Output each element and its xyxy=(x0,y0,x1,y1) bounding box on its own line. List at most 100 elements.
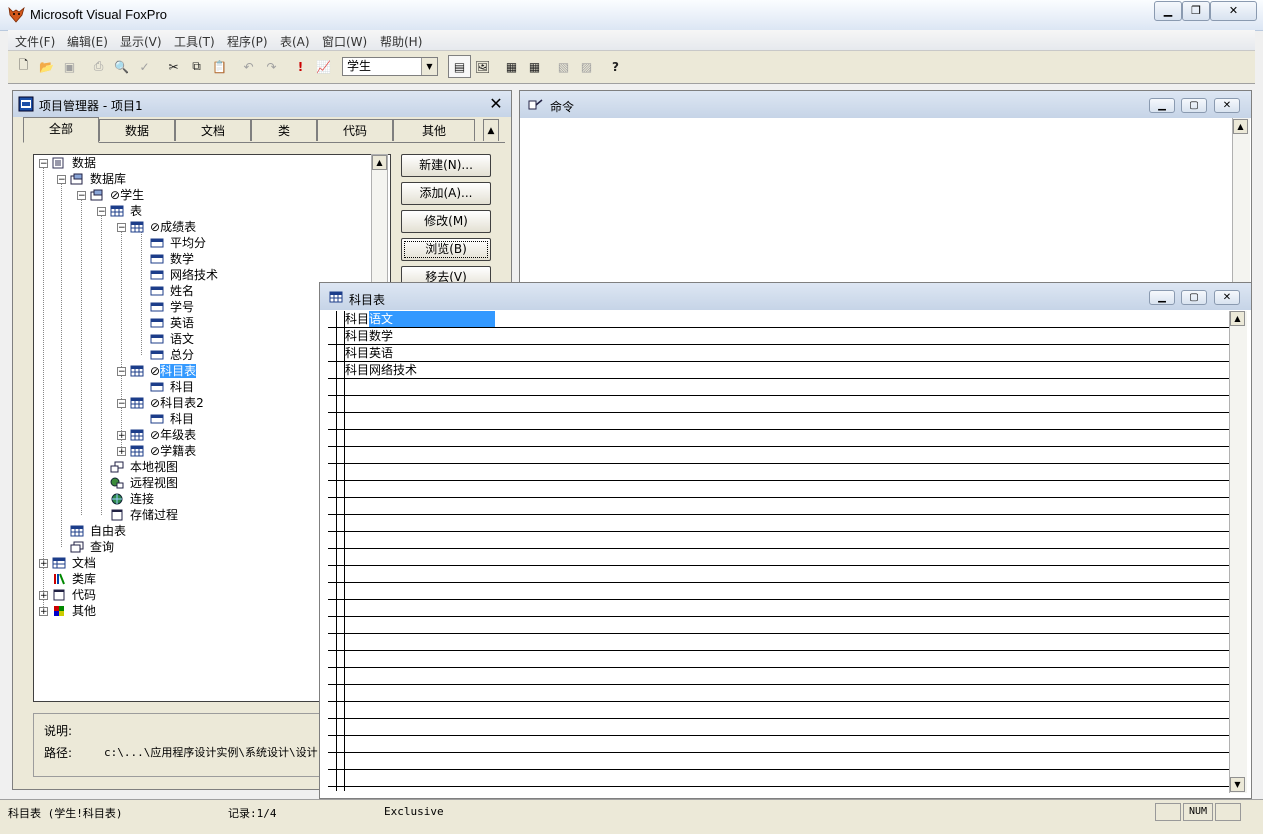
cut-icon[interactable]: ✂ xyxy=(162,55,185,78)
maximize-button[interactable]: ▢ xyxy=(1181,98,1207,113)
tab-code[interactable]: 代码 xyxy=(317,119,393,141)
table-row[interactable]: 科目数学 xyxy=(328,328,1229,345)
table-row-empty[interactable] xyxy=(328,719,1229,736)
table-row-empty[interactable] xyxy=(328,668,1229,685)
open-folder-icon[interactable]: 📂 xyxy=(35,55,58,78)
redo-icon[interactable]: ↷ xyxy=(260,55,283,78)
table-row-empty[interactable] xyxy=(328,770,1229,787)
tree-field[interactable]: 科目 xyxy=(170,379,194,395)
menu-tools[interactable]: 工具(T) xyxy=(174,33,215,50)
collapse-arrow-icon[interactable]: ▲ xyxy=(483,119,499,141)
tree-node-remote-view[interactable]: 远程视图 xyxy=(130,475,178,491)
modify-form-icon[interactable]: 📈 xyxy=(312,55,335,78)
table-row-empty[interactable] xyxy=(328,600,1229,617)
table-row-empty[interactable] xyxy=(328,447,1229,464)
run-icon[interactable]: ! xyxy=(289,55,312,78)
expander-other[interactable]: + xyxy=(39,607,48,617)
print-icon[interactable]: ⎙ xyxy=(87,55,110,78)
tree-node-local-view[interactable]: 本地视图 xyxy=(130,459,178,475)
table-row[interactable]: 科目网络技术 xyxy=(328,362,1229,379)
expander-roll-table[interactable]: + xyxy=(117,447,126,457)
tree-node-code[interactable]: 代码 xyxy=(72,587,96,603)
tree-node-student-db[interactable]: ⊘学生 xyxy=(110,187,144,203)
tree-field[interactable]: 学号 xyxy=(170,299,194,315)
new-button[interactable]: 新建(N)... xyxy=(401,154,491,177)
menu-program[interactable]: 程序(P) xyxy=(227,33,268,50)
table-row[interactable]: 科目语文 xyxy=(328,311,1229,328)
close-icon[interactable]: ✕ xyxy=(487,95,505,113)
table-row-empty[interactable] xyxy=(328,515,1229,532)
tree-node-other[interactable]: 其他 xyxy=(72,603,96,619)
autoform-icon[interactable]: ▧ xyxy=(552,55,575,78)
expander-code[interactable]: + xyxy=(39,591,48,601)
expander-student-db[interactable]: − xyxy=(77,191,86,201)
tree-field[interactable]: 科目 xyxy=(170,411,194,427)
grid-cell[interactable]: 科目语文 xyxy=(345,311,496,327)
table-row-empty[interactable] xyxy=(328,430,1229,447)
tree-node-grade-table[interactable]: ⊘年级表 xyxy=(150,427,196,443)
table-row-empty[interactable] xyxy=(328,379,1229,396)
tab-other[interactable]: 其他 xyxy=(393,119,475,141)
copy-icon[interactable]: ⧉ xyxy=(185,55,208,78)
help-icon[interactable]: ? xyxy=(604,55,627,78)
menu-table[interactable]: 表(A) xyxy=(280,33,310,50)
view-window-icon[interactable]: 🖼 xyxy=(471,55,494,78)
table-row-empty[interactable] xyxy=(328,566,1229,583)
table-row-empty[interactable] xyxy=(328,736,1229,753)
table-row-empty[interactable] xyxy=(328,702,1229,719)
table-row-empty[interactable] xyxy=(328,753,1229,770)
table-row-empty[interactable] xyxy=(328,481,1229,498)
tree-node-tables[interactable]: 表 xyxy=(130,203,142,219)
expander-subject-table[interactable]: − xyxy=(117,367,126,377)
minimize-button[interactable]: ▁ xyxy=(1154,1,1182,21)
menu-edit[interactable]: 编辑(E) xyxy=(67,33,108,50)
table-row[interactable]: 科目英语 xyxy=(328,345,1229,362)
command-scrollbar[interactable]: ▲ xyxy=(1232,118,1250,285)
chevron-down-icon[interactable]: ▼ xyxy=(421,58,437,75)
expander-database[interactable]: − xyxy=(57,175,66,185)
browse-window[interactable]: 科目表 ▁ ▢ ✕ 科目语文 科目数学 科目英语 科目网络技术 ▲ ▼ xyxy=(319,282,1252,799)
undo-icon[interactable]: ↶ xyxy=(237,55,260,78)
grid-cell[interactable]: 科目数学 xyxy=(345,328,393,344)
table-row-empty[interactable] xyxy=(328,396,1229,413)
menu-file[interactable]: 文件(F) xyxy=(15,33,55,50)
expander-docs[interactable]: + xyxy=(39,559,48,569)
tab-docs[interactable]: 文档 xyxy=(175,119,251,141)
tree-field[interactable]: 总分 xyxy=(170,347,194,363)
command-window-icon[interactable]: ▤ xyxy=(448,55,471,78)
table-row-empty[interactable] xyxy=(328,498,1229,515)
add-button[interactable]: 添加(A)... xyxy=(401,182,491,205)
maximize-button[interactable]: ▢ xyxy=(1181,290,1207,305)
modify-button[interactable]: 修改(M) xyxy=(401,210,491,233)
browse-scrollbar[interactable]: ▲ ▼ xyxy=(1229,311,1247,793)
tree-node-class-lib[interactable]: 类库 xyxy=(72,571,96,587)
tree-node-subject-table[interactable]: ⊘科目表 xyxy=(150,363,197,379)
tree-field[interactable]: 数学 xyxy=(170,251,194,267)
tab-classes[interactable]: 类 xyxy=(251,119,317,141)
close-button[interactable]: ✕ xyxy=(1214,290,1240,305)
expander-subject-table2[interactable]: − xyxy=(117,399,126,409)
table-row-empty[interactable] xyxy=(328,634,1229,651)
print-preview-icon[interactable]: 🔍 xyxy=(110,55,133,78)
tree-field[interactable]: 语文 xyxy=(170,331,194,347)
tree-field[interactable]: 姓名 xyxy=(170,283,194,299)
form-wizard-icon[interactable]: ▦ xyxy=(500,55,523,78)
menu-window[interactable]: 窗口(W) xyxy=(322,33,367,50)
tree-field[interactable]: 网络技术 xyxy=(170,267,218,283)
tree-node-connection[interactable]: 连接 xyxy=(130,491,154,507)
table-row-empty[interactable] xyxy=(328,549,1229,566)
new-file-icon[interactable]: 🗋 xyxy=(12,55,35,78)
tree-node-data[interactable]: 数据 xyxy=(72,155,96,171)
database-select[interactable]: 学生 ▼ xyxy=(342,57,438,76)
tree-field[interactable]: 平均分 xyxy=(170,235,206,251)
menu-view[interactable]: 显示(V) xyxy=(120,33,162,50)
close-button[interactable]: ✕ xyxy=(1210,1,1257,21)
table-row-empty[interactable] xyxy=(328,685,1229,702)
autoreport-icon[interactable]: ▨ xyxy=(575,55,598,78)
tree-node-docs[interactable]: 文档 xyxy=(72,555,96,571)
tree-node-subject-table2[interactable]: ⊘科目表2 xyxy=(150,395,204,411)
table-row-empty[interactable] xyxy=(328,413,1229,430)
expander-tables[interactable]: − xyxy=(97,207,106,217)
restore-button[interactable]: ❐ xyxy=(1182,1,1210,21)
command-window[interactable]: 命令 ▁ ▢ ✕ ▲ xyxy=(519,90,1252,286)
